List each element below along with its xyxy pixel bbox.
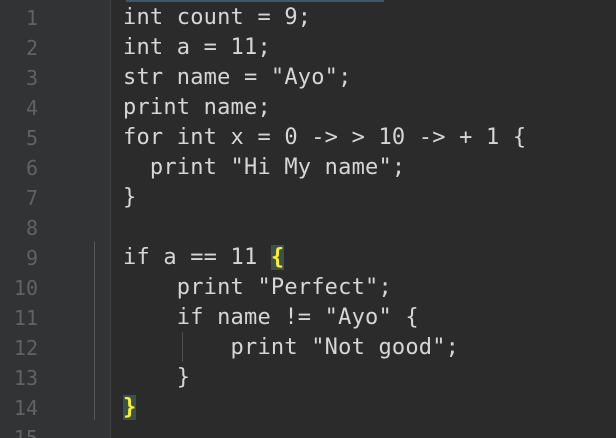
line-number: 15 (13, 426, 38, 438)
code-line[interactable]: 15 (0, 423, 616, 438)
code-line[interactable]: 6 print "Hi My name"; (0, 153, 616, 183)
line-number: 4 (25, 96, 38, 120)
code-text[interactable]: } (123, 183, 136, 213)
code-line[interactable]: 9 if a == 11 { (0, 243, 616, 273)
line-number: 3 (25, 66, 38, 90)
code-line[interactable]: 12 print "Not good"; (0, 333, 616, 363)
active-tab-indicator (126, 0, 384, 2)
code-line[interactable]: 7 } (0, 183, 616, 213)
line-number: 2 (25, 36, 38, 60)
code-text[interactable]: } (123, 363, 190, 393)
line-number: 1 (25, 6, 38, 30)
code-text[interactable]: if a == 11 { (123, 243, 285, 273)
code-line[interactable]: 8 (0, 213, 616, 243)
line-number: 13 (13, 366, 38, 390)
code-line[interactable]: 3 str name = "Ayo"; (0, 63, 616, 93)
code-text[interactable]: for int x = 0 -> > 10 -> + 1 { (123, 123, 526, 153)
code-text[interactable]: int a = 11; (123, 33, 271, 63)
line-number: 5 (25, 126, 38, 150)
code-text[interactable]: str name = "Ayo"; (123, 63, 352, 93)
line-number: 14 (13, 396, 38, 420)
line-number: 10 (13, 276, 38, 300)
code-text[interactable]: print "Hi My name"; (123, 153, 405, 183)
code-line[interactable]: 14 } (0, 393, 616, 423)
code-text[interactable]: print name; (123, 93, 271, 123)
line-number: 6 (25, 156, 38, 180)
code-editor[interactable]: 1 int count = 9; 2 int a = 11; 3 str nam… (0, 0, 616, 438)
line-number: 12 (13, 336, 38, 360)
line-number: 7 (25, 186, 38, 210)
code-segment: if a == 11 (123, 245, 271, 270)
code-text[interactable]: print "Not good"; (123, 333, 459, 363)
code-line[interactable]: 13 } (0, 363, 616, 393)
code-line[interactable]: 5 for int x = 0 -> > 10 -> + 1 { (0, 123, 616, 153)
code-text[interactable]: if name != "Ayo" { (123, 303, 419, 333)
line-number: 8 (25, 216, 38, 240)
code-text[interactable]: int count = 9; (123, 3, 311, 33)
line-number: 11 (13, 306, 38, 330)
line-number: 9 (25, 246, 38, 270)
code-line[interactable]: 11 if name != "Ayo" { (0, 303, 616, 333)
code-line[interactable]: 1 int count = 9; (0, 3, 616, 33)
matched-brace-open: { (270, 245, 285, 270)
code-text[interactable]: print "Perfect"; (123, 273, 392, 303)
code-line[interactable]: 4 print name; (0, 93, 616, 123)
code-line[interactable]: 2 int a = 11; (0, 33, 616, 63)
matched-brace-close: } (123, 395, 137, 420)
code-text[interactable]: } (123, 393, 137, 423)
code-line[interactable]: 10 print "Perfect"; (0, 273, 616, 303)
